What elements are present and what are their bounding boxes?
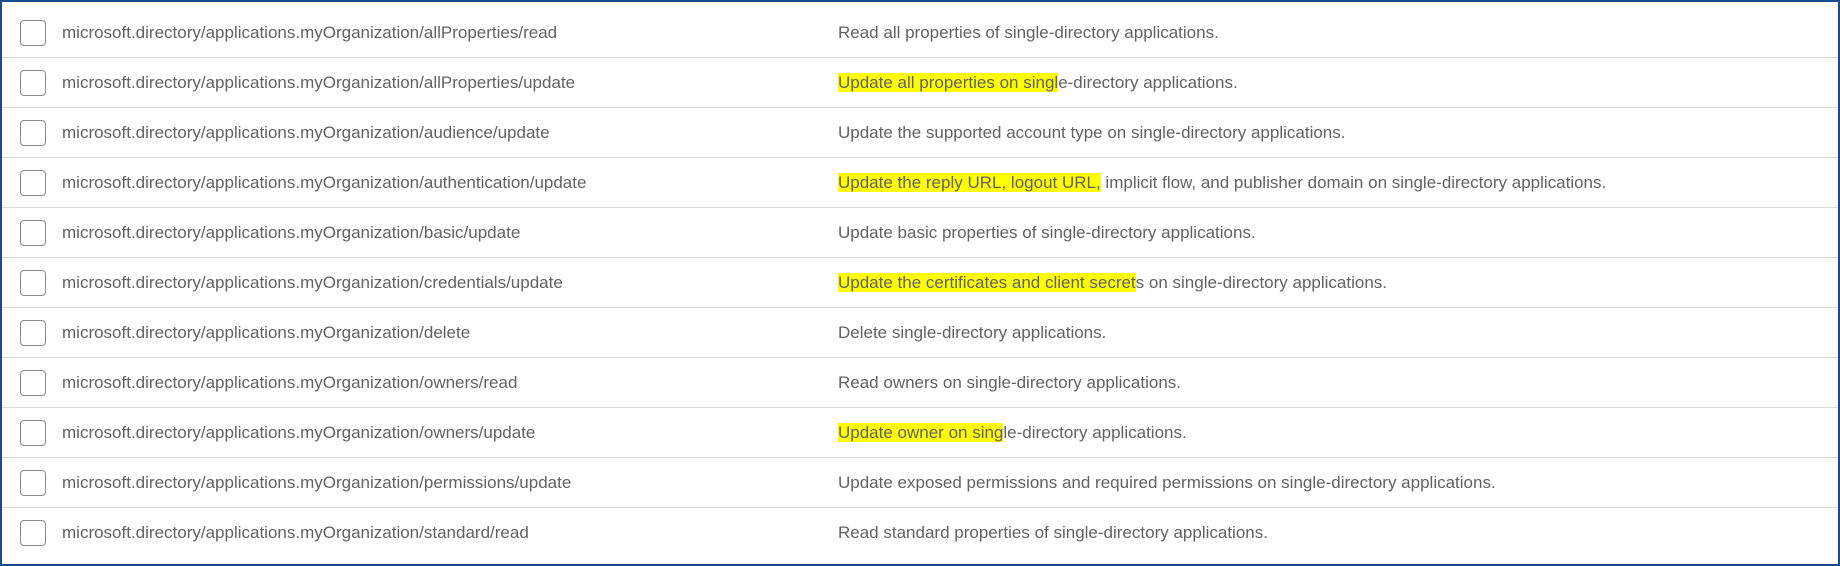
- permission-row: microsoft.directory/applications.myOrgan…: [2, 158, 1838, 208]
- row-checkbox[interactable]: [20, 20, 46, 46]
- permission-description: Update exposed permissions and required …: [838, 473, 1820, 493]
- row-checkbox[interactable]: [20, 420, 46, 446]
- permission-action: microsoft.directory/applications.myOrgan…: [62, 273, 838, 293]
- permission-row: microsoft.directory/applications.myOrgan…: [2, 508, 1838, 558]
- permission-action: microsoft.directory/applications.myOrgan…: [62, 323, 838, 343]
- permission-description: Update the certificates and client secre…: [838, 273, 1820, 293]
- permission-action: microsoft.directory/applications.myOrgan…: [62, 73, 838, 93]
- highlighted-text: Update the reply URL, logout URL,: [838, 173, 1101, 192]
- row-checkbox[interactable]: [20, 70, 46, 96]
- permission-description: Update owner on single-directory applica…: [838, 423, 1820, 443]
- permission-row: microsoft.directory/applications.myOrgan…: [2, 208, 1838, 258]
- permission-row: microsoft.directory/applications.myOrgan…: [2, 358, 1838, 408]
- permission-action: microsoft.directory/applications.myOrgan…: [62, 373, 838, 393]
- row-checkbox[interactable]: [20, 320, 46, 346]
- permission-description: Read owners on single-directory applicat…: [838, 373, 1820, 393]
- permission-description: Update the supported account type on sin…: [838, 123, 1820, 143]
- permission-description: Read standard properties of single-direc…: [838, 523, 1820, 543]
- row-checkbox[interactable]: [20, 220, 46, 246]
- permission-description: Update the reply URL, logout URL, implic…: [838, 173, 1820, 193]
- permission-action: microsoft.directory/applications.myOrgan…: [62, 173, 838, 193]
- permission-row: microsoft.directory/applications.myOrgan…: [2, 8, 1838, 58]
- permission-description: Delete single-directory applications.: [838, 323, 1820, 343]
- permission-action: microsoft.directory/applications.myOrgan…: [62, 523, 838, 543]
- permission-row: microsoft.directory/applications.myOrgan…: [2, 58, 1838, 108]
- permission-row: microsoft.directory/applications.myOrgan…: [2, 258, 1838, 308]
- row-checkbox[interactable]: [20, 370, 46, 396]
- permission-action: microsoft.directory/applications.myOrgan…: [62, 423, 838, 443]
- permission-action: microsoft.directory/applications.myOrgan…: [62, 473, 838, 493]
- permission-row: microsoft.directory/applications.myOrgan…: [2, 458, 1838, 508]
- highlighted-text: Update the certificates and client secre…: [838, 273, 1136, 292]
- permission-description: Update basic properties of single-direct…: [838, 223, 1820, 243]
- row-checkbox[interactable]: [20, 170, 46, 196]
- permission-row: microsoft.directory/applications.myOrgan…: [2, 308, 1838, 358]
- row-checkbox[interactable]: [20, 520, 46, 546]
- permission-description: Read all properties of single-directory …: [838, 23, 1820, 43]
- highlighted-text: Update owner on sing: [838, 423, 1003, 442]
- permission-action: microsoft.directory/applications.myOrgan…: [62, 123, 838, 143]
- permissions-table: microsoft.directory/applications.myOrgan…: [0, 0, 1840, 566]
- permission-description: Update all properties on single-director…: [838, 73, 1820, 93]
- highlighted-text: Update all properties on singl: [838, 73, 1058, 92]
- row-checkbox[interactable]: [20, 120, 46, 146]
- permission-row: microsoft.directory/applications.myOrgan…: [2, 408, 1838, 458]
- permission-action: microsoft.directory/applications.myOrgan…: [62, 223, 838, 243]
- row-checkbox[interactable]: [20, 470, 46, 496]
- permission-row: microsoft.directory/applications.myOrgan…: [2, 108, 1838, 158]
- row-checkbox[interactable]: [20, 270, 46, 296]
- permission-action: microsoft.directory/applications.myOrgan…: [62, 23, 838, 43]
